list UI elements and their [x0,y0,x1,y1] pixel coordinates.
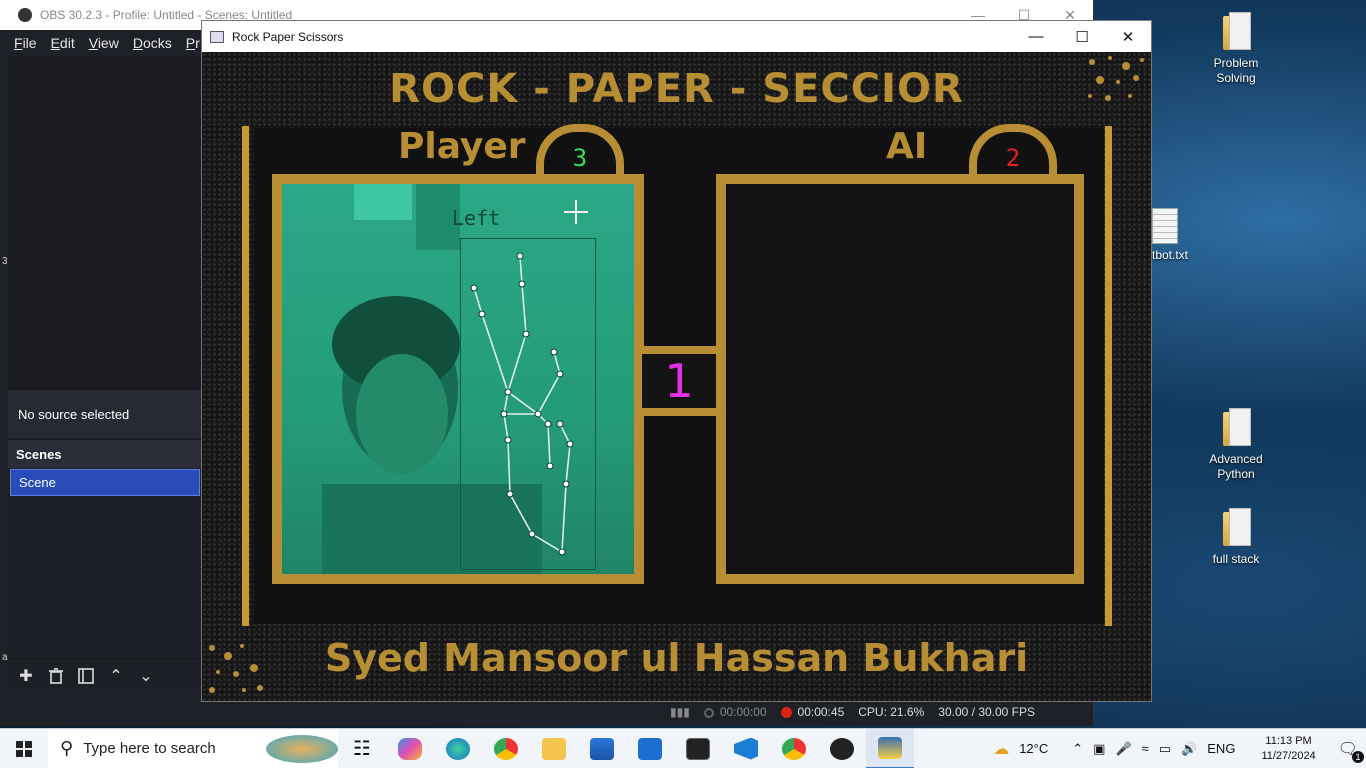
start-button[interactable] [0,729,48,768]
record-time: 00:00:45 [797,705,845,719]
desktop-icon-label: Advanced Python [1209,452,1263,481]
edge-icon[interactable] [434,729,482,768]
player-camera-frame: Left [272,174,644,584]
folder-icon [1221,12,1251,52]
move-up-icon[interactable]: ⌃ [104,664,128,688]
weather-icon[interactable]: ☁ [993,739,1009,759]
scene-item[interactable]: Scene [10,469,200,496]
round-counter: 1 [642,354,716,408]
round-connector-bottom [642,408,716,416]
desktop-icon-problem-solving[interactable]: Problem Solving [1196,12,1276,86]
microphone-icon[interactable]: 🎤 [1115,741,1131,757]
desktop-icon-advanced-python[interactable]: Advanced Python [1196,408,1276,482]
vscode-icon[interactable] [722,729,770,768]
right-gold-bar [1105,126,1112,626]
author-name: Syed Mansoor ul Hassan Bukhari [324,636,1029,680]
menu-file[interactable]: File [14,35,37,51]
maximize-icon[interactable]: ☐ [1059,21,1105,52]
tray-app-icon[interactable]: ▣ [1093,741,1105,757]
fps-readout: 30.00 / 30.00 FPS [938,705,1036,719]
wifi-icon[interactable]: ≈ [1142,741,1149,756]
menu-edit[interactable]: Edit [51,35,75,51]
clock[interactable]: 11:13 PM 11/27/2024 [1261,734,1315,764]
round-value: 1 [664,354,694,408]
volume-icon[interactable]: 🔊 [1181,741,1197,757]
obs-status-bar: ▮▮▮ 00:00:00 00:00:45 CPU: 21.6% 30.00 /… [660,700,1094,724]
obs-icon[interactable] [818,729,866,768]
battery-icon[interactable]: ▭ [1159,741,1171,757]
ai-move-frame [716,174,1084,584]
ai-label: AI [886,126,928,167]
search-highlight-icon [266,734,338,763]
scenes-list: Scene [8,468,202,658]
player-score-value: 3 [572,144,588,172]
player-camera-feed: Left [282,184,634,574]
obs-logo-icon [18,8,32,22]
file-explorer-icon[interactable] [530,729,578,768]
minimize-icon[interactable]: — [1013,21,1059,52]
stream-icon [703,707,714,718]
system-tray: ☁ 12°C ⌃ ▣ 🎤 ≈ ▭ 🔊 ENG 11:13 PM 11/27/20… [993,734,1366,764]
close-icon[interactable]: ✕ [1105,21,1151,52]
scenes-toolbar: ✚ ⌃ ⌄ [8,660,202,692]
window-app-icon [210,30,224,43]
edge-mark: a [2,652,8,663]
clock-date: 11/27/2024 [1261,749,1316,762]
game-canvas[interactable]: ROCK - PAPER - SECCIOR Player AI 3 2 Lef… [202,52,1151,701]
scene-filters-icon[interactable] [74,664,98,688]
notification-count: 1 [1352,750,1364,763]
round-connector-top [642,346,716,354]
game-titlebar[interactable]: Rock Paper Scissors [202,21,1151,52]
python-app-icon[interactable] [866,728,914,768]
record-status: 00:00:45 [780,705,845,719]
stream-status: 00:00:00 [703,705,767,719]
hand-skeleton [470,252,574,556]
chrome-profile-icon[interactable] [770,729,818,768]
player-label: Player [398,126,526,167]
desktop-icon-label: tbot.txt [1152,248,1189,262]
copilot-icon[interactable] [386,729,434,768]
signal-bars-icon: ▮▮▮ [670,705,690,719]
chevron-up-icon[interactable]: ⌃ [1072,741,1083,757]
stream-time: 00:00:00 [719,705,767,719]
left-gold-bar [242,126,249,626]
desktop-icon-label: Problem Solving [1213,56,1259,85]
desktop-icon-label: full stack [1212,552,1260,566]
add-scene-icon[interactable]: ✚ [14,664,38,688]
game-window-title: Rock Paper Scissors [232,29,344,44]
notification-icon[interactable]: 🗨 1 [1338,739,1364,763]
chrome-icon[interactable] [482,729,530,768]
terminal-icon[interactable] [674,729,722,768]
search-placeholder: Type here to search [83,740,216,757]
move-down-icon[interactable]: ⌄ [134,664,158,688]
menu-view[interactable]: View [89,35,119,51]
crosshair-cursor-icon [564,200,588,224]
text-file-icon [1152,208,1178,244]
menu-docks[interactable]: Docks [133,35,172,51]
folder-icon [1221,508,1251,548]
language-indicator[interactable]: ENG [1207,741,1235,756]
remove-scene-icon[interactable] [44,664,68,688]
weather-temp[interactable]: 12°C [1019,741,1048,756]
edge-mark: 3 [2,256,8,267]
clock-time: 11:13 PM [1265,734,1312,747]
cpu-usage: CPU: 21.6% [858,705,925,719]
folder-icon [1221,408,1251,448]
ai-score-value: 2 [1005,144,1021,172]
game-window: Rock Paper Scissors — ☐ ✕ ROCK - PAPER -… [201,20,1152,702]
game-title: ROCK - PAPER - SECCIOR [389,66,964,112]
store-icon[interactable] [578,729,626,768]
search-icon: ⚲ [60,738,74,758]
menu-profile[interactable]: Pr [186,35,200,51]
game-window-controls: — ☐ ✕ [1013,21,1151,52]
taskbar-search[interactable]: ⚲ Type here to search [48,728,338,768]
desktop-icon-full-stack[interactable]: full stack [1196,508,1276,567]
windows-taskbar: ⚲ Type here to search ☷ ☁ 12°C ⌃ ▣ 🎤 ≈ ▭… [0,728,1366,768]
windows-logo-icon [16,740,32,757]
no-source-selected: No source selected [8,390,202,438]
mail-icon[interactable] [626,729,674,768]
task-view-icon[interactable]: ☷ [338,729,386,768]
scenes-dock-header: Scenes [8,440,202,468]
record-icon [780,707,792,719]
